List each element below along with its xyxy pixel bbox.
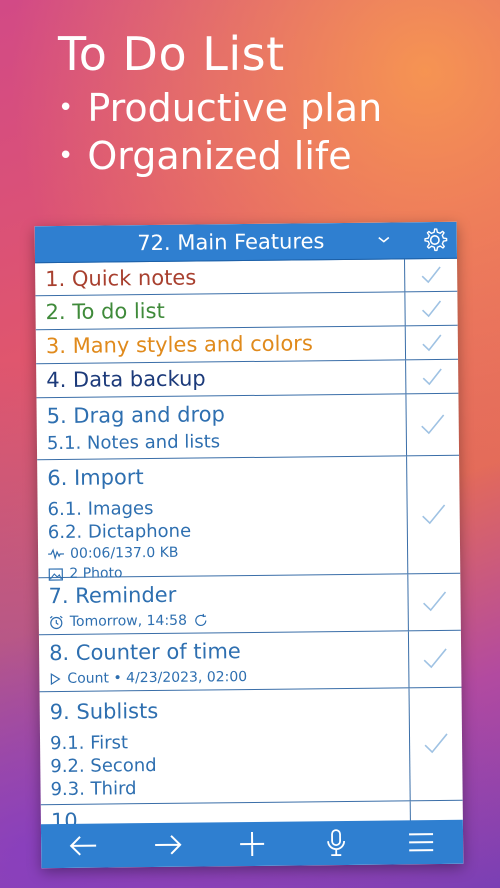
reminder-text: Tomorrow, 14:58 bbox=[69, 612, 188, 630]
item-label: 1. Quick notes bbox=[45, 265, 197, 292]
list-item[interactable]: 6. Import 6.1. Images 6.2. Dictaphone 00… bbox=[37, 455, 461, 582]
check-icon bbox=[423, 648, 447, 669]
waveform-icon bbox=[48, 548, 65, 561]
check-icon bbox=[423, 591, 447, 612]
check-icon bbox=[421, 299, 442, 317]
item-check[interactable] bbox=[404, 258, 458, 292]
play-icon bbox=[50, 673, 61, 686]
bullet-dot: • bbox=[58, 141, 74, 171]
promo-bullet-text: Productive plan bbox=[87, 86, 383, 130]
list-item[interactable]: 4. Data backup bbox=[36, 359, 459, 399]
menu-icon[interactable] bbox=[396, 822, 446, 863]
note-header[interactable]: 72. Main Features bbox=[34, 221, 458, 264]
chevron-down-icon[interactable] bbox=[377, 232, 391, 246]
item-check[interactable] bbox=[406, 455, 461, 574]
list-item[interactable]: 8. Counter of time Count • 4/23/2023, 02… bbox=[38, 630, 462, 693]
arrow-right-icon[interactable] bbox=[143, 825, 193, 866]
item-label: 9. Sublists bbox=[49, 698, 159, 725]
promo-text: To Do List • Productive plan • Organized l… bbox=[58, 26, 382, 178]
item-check[interactable] bbox=[407, 630, 462, 688]
alarm-clock-icon bbox=[49, 615, 63, 629]
gear-icon[interactable] bbox=[421, 226, 449, 254]
check-icon bbox=[422, 367, 442, 385]
item-check[interactable] bbox=[405, 359, 459, 394]
counter-text: Count • 4/23/2023, 02:00 bbox=[67, 669, 248, 687]
promo-title: To Do List bbox=[58, 27, 285, 81]
promo-bullet: • Productive plan bbox=[58, 86, 382, 130]
repeat-icon bbox=[195, 613, 207, 626]
bullet-dot: • bbox=[58, 93, 74, 123]
list-item[interactable]: 9. Sublists 9.1. First 9.2. Second 9.3. … bbox=[39, 687, 463, 806]
note-list: 1. Quick notes 2. To do list 3. Many sty… bbox=[35, 258, 464, 845]
list-item[interactable]: 7. Reminder Tomorrow, 14:58 bbox=[38, 573, 461, 636]
list-item[interactable]: 2. To do list bbox=[35, 291, 458, 331]
counter-info[interactable]: Count • 4/23/2023, 02:00 bbox=[49, 665, 408, 689]
list-item[interactable]: 1. Quick notes bbox=[35, 258, 458, 297]
subitem-label: 5.1. Notes and lists bbox=[46, 431, 221, 455]
check-icon bbox=[421, 413, 445, 434]
item-check[interactable] bbox=[407, 573, 461, 631]
list-item[interactable]: 3. Many styles and colors bbox=[35, 325, 459, 365]
item-label: 7. Reminder bbox=[48, 582, 177, 609]
list-item[interactable]: 5. Drag and drop 5.1. Notes and lists bbox=[36, 393, 460, 461]
subitem-label: 9.3. Third bbox=[50, 778, 137, 801]
reminder-info[interactable]: Tomorrow, 14:58 bbox=[49, 608, 408, 632]
item-label: 3. Many styles and colors bbox=[45, 331, 313, 359]
item-label: 5. Drag and drop bbox=[46, 402, 226, 429]
promo-bullet-text: Organized life bbox=[87, 134, 352, 178]
promo-bullet: • Organized life bbox=[58, 134, 382, 178]
check-icon bbox=[422, 333, 442, 351]
item-label: 4. Data backup bbox=[46, 366, 206, 393]
item-check[interactable] bbox=[408, 687, 463, 801]
microphone-icon[interactable] bbox=[311, 823, 361, 864]
audio-info: 00:06/137.0 KB bbox=[69, 544, 179, 562]
plus-icon[interactable] bbox=[227, 824, 277, 865]
bottom-toolbar bbox=[40, 819, 464, 869]
item-label: 8. Counter of time bbox=[48, 639, 241, 666]
note-title[interactable]: 72. Main Features bbox=[35, 228, 457, 256]
arrow-left-icon[interactable] bbox=[58, 825, 108, 866]
item-label: 2. To do list bbox=[45, 298, 165, 325]
item-check[interactable] bbox=[404, 291, 458, 326]
check-icon bbox=[424, 733, 448, 754]
check-icon bbox=[422, 503, 446, 524]
check-icon bbox=[421, 266, 441, 284]
note-card: 72. Main Features 1. Quick notes 2. To d… bbox=[34, 221, 464, 869]
item-check[interactable] bbox=[405, 393, 460, 456]
item-check[interactable] bbox=[404, 325, 459, 360]
item-label: 6. Import bbox=[47, 465, 144, 491]
